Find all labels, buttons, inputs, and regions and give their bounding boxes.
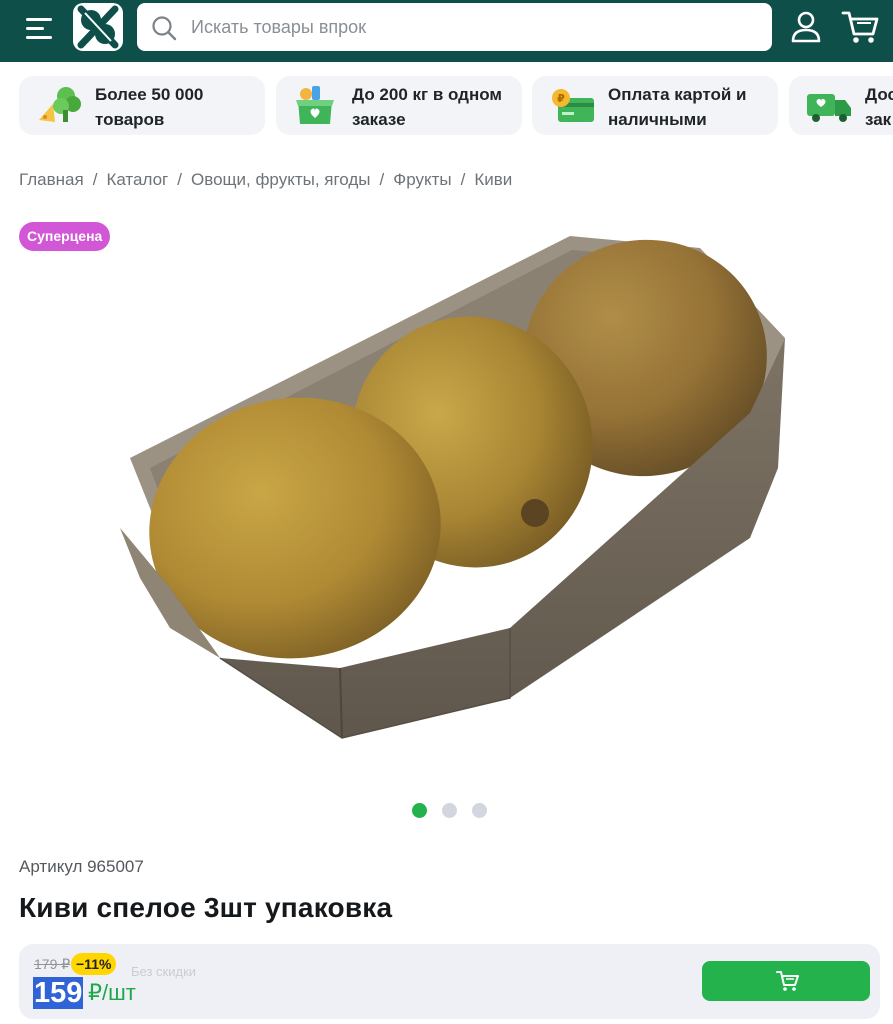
price-block: 179 ₽ −11% Без скидки 159 ₽/шт (19, 944, 880, 1019)
breadcrumb-item-catalog[interactable]: Каталог (106, 170, 168, 189)
search-input[interactable] (191, 3, 751, 51)
user-icon (791, 11, 821, 43)
cart-icon (776, 971, 799, 991)
product-image[interactable] (110, 228, 800, 748)
gallery-dot-1[interactable] (412, 803, 427, 818)
search-bar (137, 3, 772, 51)
cart-button[interactable] (840, 8, 880, 46)
feature-card: ₽ Оплата картой и наличными (532, 76, 778, 135)
menu-icon-line (26, 27, 44, 30)
feature-text: До 200 кг в одном заказе (352, 85, 502, 129)
article-number: Артикул 965007 (19, 857, 144, 876)
breadcrumb-separator: / (379, 170, 385, 189)
groceries-box-icon (296, 86, 334, 124)
breadcrumb-separator: / (460, 170, 466, 189)
feature-text: Более 50 000 товаров (95, 85, 204, 129)
feature-text: Оплата картой и наличными (608, 85, 747, 129)
top-header (0, 0, 893, 62)
old-price: 179 ₽ (34, 956, 71, 972)
feature-text: Дос зак (865, 85, 893, 129)
price-unit: ₽/шт (88, 980, 136, 1005)
menu-icon (26, 18, 52, 21)
features-strip: Более 50 000 товаров До 200 кг в одном з… (0, 76, 893, 136)
breadcrumb-item-home[interactable]: Главная (19, 170, 84, 189)
menu-button[interactable] (22, 12, 58, 44)
logo-icon (77, 5, 119, 49)
breadcrumb: Главная / Каталог / Овощи, фрукты, ягоды / Фру… (19, 170, 512, 190)
breadcrumb-item-fruits[interactable]: Фрукты (393, 170, 451, 189)
faded-note: Без скидки (131, 964, 197, 979)
user-button[interactable] (788, 10, 824, 44)
cart-icon (841, 11, 879, 43)
menu-icon-line (26, 36, 52, 39)
breadcrumb-separator: / (177, 170, 182, 189)
add-to-cart-button[interactable] (702, 961, 870, 1001)
vegetables-icon (39, 87, 81, 122)
feature-card: Дос зак (789, 76, 893, 135)
gallery-dot-2[interactable] (442, 803, 457, 818)
feature-card: До 200 кг в одном заказе (276, 76, 522, 135)
discount-badge: −11% (71, 953, 117, 975)
breadcrumb-item-kiwi[interactable]: Киви (474, 170, 512, 189)
breadcrumb-separator: / (92, 170, 98, 189)
gallery-dot-3[interactable] (472, 803, 487, 818)
delivery-truck-icon (807, 94, 851, 122)
feature-card: Более 50 000 товаров (19, 76, 265, 135)
breadcrumb-item-vegetables[interactable]: Овощи, фрукты, ягоды (191, 170, 371, 189)
svg-text:₽: ₽ (557, 92, 565, 105)
card-coin-icon: ₽ (552, 89, 594, 122)
logo[interactable] (73, 3, 123, 51)
product-title: Киви спелое 3шт упаковка (19, 892, 393, 923)
super-price-badge: Суперцена (19, 222, 111, 251)
search-icon[interactable] (151, 15, 177, 41)
current-price: 159 (33, 977, 84, 1009)
